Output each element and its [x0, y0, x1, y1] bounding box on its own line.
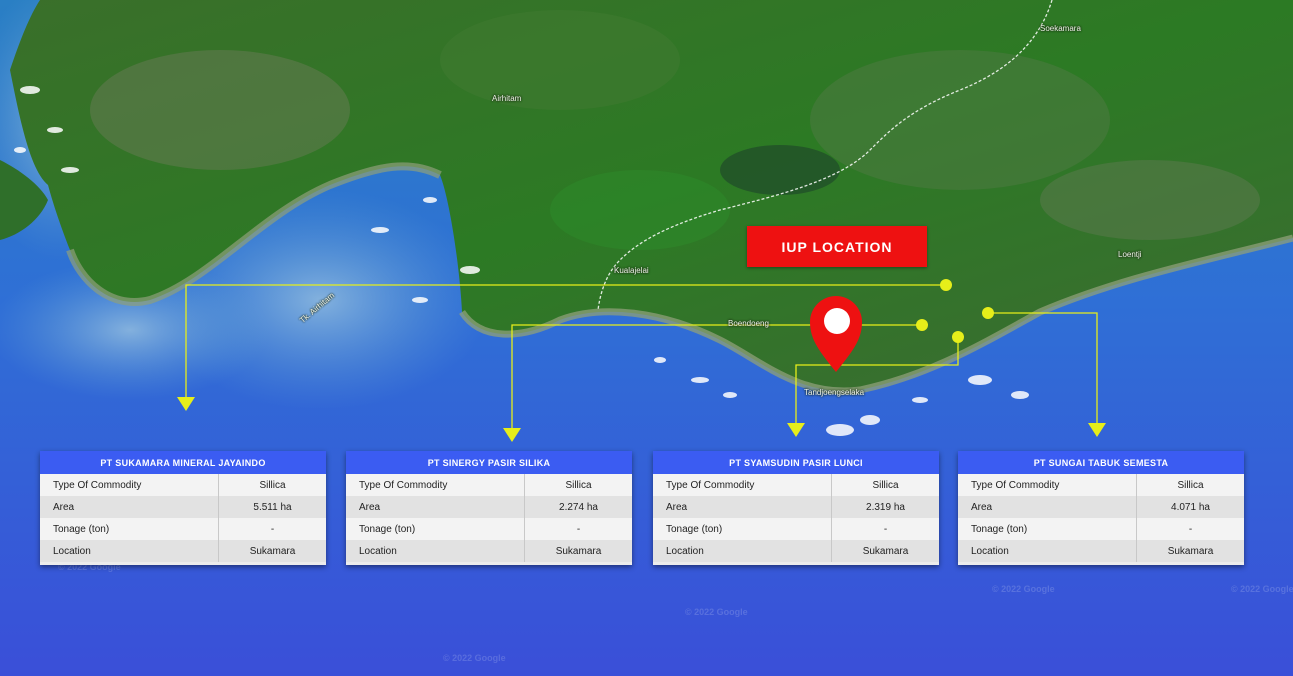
company-card: PT SYAMSUDIN PASIR LUNCI Type Of Commodi… [653, 451, 939, 565]
row-label: Type Of Commodity [958, 474, 1137, 496]
area-value: 4.071 ha [1171, 501, 1210, 513]
row-label: Tonage (ton) [346, 518, 525, 540]
map-watermark: © 2022 Google [992, 584, 1055, 594]
row-label: Location [653, 540, 832, 562]
table-row: Area 2.319 ha [653, 496, 939, 518]
row-label: Tonage (ton) [653, 518, 832, 540]
row-label: Location [346, 540, 525, 562]
row-label: Area [653, 496, 832, 518]
commodity-value: Sillica [1177, 479, 1204, 491]
row-label: Tonage (ton) [40, 518, 219, 540]
table-row: Tonage (ton) - [40, 518, 326, 540]
row-label: Tonage (ton) [958, 518, 1137, 540]
area-value: 2.274 ha [559, 501, 598, 513]
place-label-kualajelai: Kualajelai [614, 266, 649, 275]
area-value: 5.511 ha [253, 501, 292, 513]
table-row: Type Of Commodity Sillica [40, 474, 326, 496]
row-label: Location [958, 540, 1137, 562]
commodity-value: Sillica [872, 479, 899, 491]
place-label-airhitam: Airhitam [492, 94, 522, 103]
iup-location-banner: IUP LOCATION [747, 226, 927, 267]
table-row: Tonage (ton) - [958, 518, 1244, 540]
tonage-value: - [883, 523, 888, 535]
table-row: Tonage (ton) - [653, 518, 939, 540]
row-label: Type Of Commodity [653, 474, 832, 496]
row-label: Area [346, 496, 525, 518]
table-row: Area 4.071 ha [958, 496, 1244, 518]
table-row: Tonage (ton) - [346, 518, 632, 540]
location-value: Sukamara [249, 545, 296, 557]
table-row: Location Sukamara [958, 540, 1244, 562]
commodity-value: Sillica [565, 479, 592, 491]
table-row: Area 5.511 ha [40, 496, 326, 518]
place-label-tandjoengselaka: Tandjoengselaka [804, 388, 865, 397]
row-label: Area [40, 496, 219, 518]
location-value: Sukamara [1167, 545, 1214, 557]
company-card: PT SUNGAI TABUK SEMESTA Type Of Commodit… [958, 451, 1244, 565]
row-label: Type Of Commodity [40, 474, 219, 496]
table-row: Type Of Commodity Sillica [653, 474, 939, 496]
row-label: Location [40, 540, 219, 562]
commodity-value: Sillica [259, 479, 286, 491]
location-value: Sukamara [862, 545, 909, 557]
tonage-value: - [270, 523, 275, 535]
company-name: PT SUKAMARA MINERAL JAYAINDO [40, 451, 326, 474]
company-card: PT SINERGY PASIR SILIKA Type Of Commodit… [346, 451, 632, 565]
map-watermark: © 2022 Google [443, 653, 506, 663]
table-row: Location Sukamara [653, 540, 939, 562]
tonage-value: - [1188, 523, 1193, 535]
company-name: PT SYAMSUDIN PASIR LUNCI [653, 451, 939, 474]
location-value: Sukamara [555, 545, 602, 557]
place-label-soekamara: Soekamara [1040, 24, 1081, 33]
company-card: PT SUKAMARA MINERAL JAYAINDO Type Of Com… [40, 451, 326, 565]
place-label-loentji: Loentji [1118, 250, 1142, 259]
table-row: Type Of Commodity Sillica [346, 474, 632, 496]
table-row: Location Sukamara [40, 540, 326, 562]
row-label: Area [958, 496, 1137, 518]
company-name: PT SINERGY PASIR SILIKA [346, 451, 632, 474]
place-label-boendoeng: Boendoeng [728, 319, 769, 328]
table-row: Type Of Commodity Sillica [958, 474, 1244, 496]
table-row: Location Sukamara [346, 540, 632, 562]
tonage-value: - [576, 523, 581, 535]
company-name: PT SUNGAI TABUK SEMESTA [958, 451, 1244, 474]
map-watermark: © 2022 Google [685, 607, 748, 617]
row-label: Type Of Commodity [346, 474, 525, 496]
area-value: 2.319 ha [866, 501, 905, 513]
map-watermark: © 2022 Google [1231, 584, 1293, 594]
table-row: Area 2.274 ha [346, 496, 632, 518]
satellite-map [0, 0, 1293, 676]
